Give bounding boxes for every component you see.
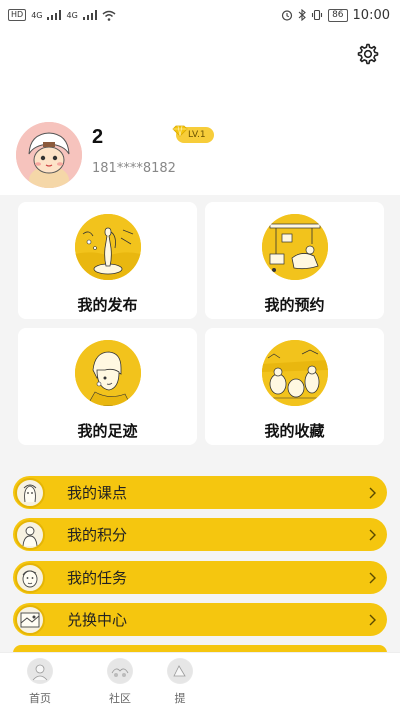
- figure-icon: [15, 519, 45, 550]
- phone-number: 181****8182: [92, 161, 176, 176]
- signal-4g-label-2: 4G: [66, 10, 78, 20]
- scene-icon: [15, 604, 45, 635]
- venus-illustration-icon: [74, 214, 141, 280]
- nav-label-third: 提: [174, 692, 186, 705]
- list-item-label: 我的积分: [67, 526, 128, 544]
- list-item-label: 我的课点: [67, 484, 128, 502]
- level-text: LV.1: [188, 130, 206, 140]
- profile-header: 2 LV.1 181****8182: [0, 30, 400, 195]
- chevron-right-icon: [369, 614, 376, 625]
- wifi-icon: [102, 10, 116, 21]
- list-item-label: 兑换中心: [67, 611, 128, 629]
- card-my-bookings[interactable]: 我的预约: [205, 202, 384, 319]
- bottom-nav: 首页 社区 提: [0, 652, 400, 711]
- pearl-earring-illustration-icon: [74, 340, 141, 406]
- list-item-my-course-points[interactable]: 我的课点: [13, 476, 387, 509]
- battery-indicator: 86: [328, 8, 348, 22]
- avatar[interactable]: [16, 122, 82, 188]
- hd-indicator: HD: [8, 9, 27, 21]
- signal-icon-2: [82, 10, 97, 20]
- list-item-my-points[interactable]: 我的积分: [13, 518, 387, 551]
- gem-icon: [172, 125, 188, 137]
- nav-label-home: 首页: [29, 692, 51, 705]
- status-bar-left: HD 4G 4G: [8, 9, 116, 21]
- card-label-my-favorites: 我的收藏: [264, 422, 325, 440]
- list-item-my-tasks[interactable]: 我的任务: [13, 561, 387, 594]
- vibrate-icon: [312, 9, 323, 21]
- status-bar-right: 86 10:00: [281, 8, 390, 23]
- nav-tab-home[interactable]: 首页: [10, 658, 70, 706]
- bluetooth-icon: [298, 9, 306, 21]
- card-label-my-footprints: 我的足迹: [77, 422, 138, 440]
- chevron-right-icon: [369, 572, 376, 583]
- nav-tab-third[interactable]: 提: [150, 658, 210, 706]
- card-label-my-bookings: 我的预约: [264, 296, 325, 314]
- card-my-favorites[interactable]: 我的收藏: [205, 328, 384, 445]
- signal-icon: [47, 10, 62, 20]
- chevron-right-icon: [369, 529, 376, 540]
- gear-icon[interactable]: [356, 42, 380, 66]
- gleaners-illustration-icon: [261, 340, 328, 406]
- level-badge-wrap: LV.1: [172, 125, 214, 143]
- portrait-icon: [15, 477, 45, 508]
- card-my-posts[interactable]: 我的发布: [18, 202, 197, 319]
- nav-label-community: 社区: [109, 692, 131, 705]
- card-label-my-posts: 我的发布: [77, 296, 138, 314]
- status-time: 10:00: [352, 7, 390, 23]
- face-icon: [15, 562, 45, 593]
- level-badge: LV.1: [172, 125, 214, 143]
- signal-4g-label: 4G: [31, 10, 43, 20]
- chevron-right-icon: [369, 487, 376, 498]
- nav-tab-community[interactable]: 社区: [90, 658, 150, 706]
- username: 2: [92, 126, 104, 148]
- third-art-icon: [167, 658, 193, 684]
- list-item-exchange-center[interactable]: 兑换中心: [13, 603, 387, 636]
- status-bar: HD 4G 4G 86 10:00: [0, 0, 400, 30]
- community-art-icon: [107, 658, 133, 684]
- list-item-label: 我的任务: [67, 569, 128, 587]
- alarm-icon: [281, 10, 293, 21]
- avatar-cartoon-icon: [16, 122, 82, 188]
- home-art-icon: [27, 658, 53, 684]
- card-my-footprints[interactable]: 我的足迹: [18, 328, 197, 445]
- workshop-illustration-icon: [261, 214, 328, 280]
